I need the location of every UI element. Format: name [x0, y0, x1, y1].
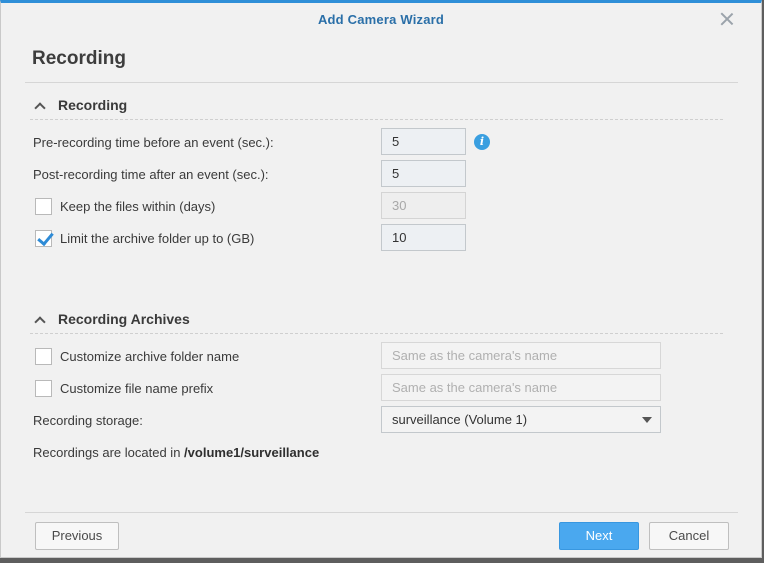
section-divider	[30, 119, 723, 120]
close-icon[interactable]	[719, 11, 735, 27]
post-recording-label: Post-recording time after an event (sec.…	[33, 167, 269, 182]
caret-down-icon[interactable]	[642, 417, 652, 423]
add-camera-wizard-dialog: Add Camera Wizard Recording Recording Pr…	[0, 0, 762, 558]
section-archives-title: Recording Archives	[58, 311, 190, 327]
pre-recording-input[interactable]: 5	[381, 128, 466, 155]
keep-files-label[interactable]: Keep the files within (days)	[60, 199, 215, 214]
recording-storage-select[interactable]: surveillance (Volume 1)	[381, 406, 661, 433]
location-prefix: Recordings are located in	[33, 445, 181, 460]
custom-folder-checkbox[interactable]	[35, 348, 52, 365]
limit-archive-gb-input[interactable]: 10	[381, 224, 466, 251]
next-button[interactable]: Next	[559, 522, 639, 550]
cancel-button[interactable]: Cancel	[649, 522, 729, 550]
archive-folder-name-input[interactable]: Same as the camera's name	[381, 342, 661, 369]
recording-storage-label: Recording storage:	[33, 413, 143, 428]
title-divider	[25, 82, 738, 83]
keep-files-days-input[interactable]: 30	[381, 192, 466, 219]
section-recording-header[interactable]: Recording	[34, 97, 128, 114]
previous-button[interactable]: Previous	[35, 522, 119, 550]
info-icon[interactable]: i	[474, 134, 490, 150]
chevron-up-icon[interactable]	[34, 316, 46, 328]
section-divider	[30, 333, 723, 334]
keep-files-checkbox[interactable]	[35, 198, 52, 215]
recordings-location: Recordings are located in /volume1/surve…	[33, 445, 319, 460]
post-recording-input[interactable]: 5	[381, 160, 466, 187]
custom-prefix-label[interactable]: Customize file name prefix	[60, 381, 213, 396]
chevron-up-icon[interactable]	[34, 102, 46, 114]
limit-archive-label[interactable]: Limit the archive folder up to (GB)	[60, 231, 254, 246]
dialog-title: Add Camera Wizard	[317, 12, 445, 27]
location-path: /volume1/surveillance	[184, 445, 320, 460]
pre-recording-label: Pre-recording time before an event (sec.…	[33, 135, 274, 150]
section-archives-header[interactable]: Recording Archives	[34, 311, 190, 328]
file-name-prefix-input[interactable]: Same as the camera's name	[381, 374, 661, 401]
limit-archive-checkbox[interactable]	[35, 230, 52, 247]
recording-storage-value: surveillance (Volume 1)	[392, 412, 528, 427]
custom-folder-label[interactable]: Customize archive folder name	[60, 349, 239, 364]
section-recording-title: Recording	[58, 97, 128, 113]
page-title: Recording	[32, 48, 126, 69]
footer-divider	[25, 512, 738, 513]
custom-prefix-checkbox[interactable]	[35, 380, 52, 397]
